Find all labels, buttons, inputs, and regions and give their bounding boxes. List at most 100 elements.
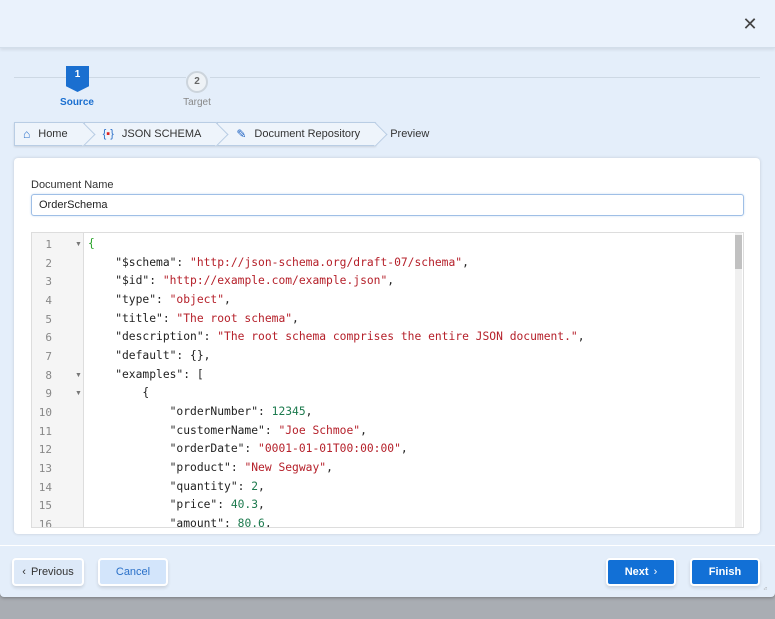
code-token: "amount":	[88, 517, 238, 528]
code-token: "title":	[88, 311, 177, 325]
line-number: 9	[45, 387, 52, 401]
step-2-label[interactable]: Target	[167, 97, 227, 108]
breadcrumb-label: Home	[38, 128, 68, 140]
code-editor[interactable]: 1 ▼ 2 3 4 5 6 7 8 ▼ 9 ▼ 10 11 12 13 14 15 16 { "$schema": …	[31, 232, 744, 528]
code-token: "$id":	[88, 274, 163, 288]
code-token: "orderNumber":	[88, 405, 272, 419]
line-number: 3	[45, 275, 52, 289]
code-line: "title": "The root schema",	[88, 312, 299, 325]
line-number: 5	[45, 312, 52, 326]
line-number: 8	[45, 368, 52, 382]
line-number: 15	[38, 499, 52, 513]
code-line: {	[88, 386, 149, 399]
code-token: "The root schema"	[176, 311, 293, 325]
code-token: "0001-01-01T00:00:00"	[258, 442, 401, 456]
code-line: "type": "object",	[88, 293, 231, 306]
code-token: "default": {},	[88, 349, 211, 363]
dialog-header: ✕	[0, 0, 775, 48]
step-1-label[interactable]: Source	[47, 97, 107, 108]
close-icon[interactable]: ✕	[741, 15, 759, 33]
code-token: ,	[305, 405, 313, 419]
code-line: "orderDate": "0001-01-01T00:00:00",	[88, 442, 408, 455]
code-token: 80.6	[237, 517, 265, 528]
previous-button[interactable]: ‹ Previous	[14, 560, 82, 584]
code-token: ,	[577, 330, 585, 344]
cancel-button[interactable]: Cancel	[100, 560, 166, 584]
code-token: ,	[400, 442, 408, 456]
code-token: ,	[326, 461, 333, 475]
step-2-marker[interactable]: 2	[186, 71, 208, 93]
code-line: "$id": "http://example.com/example.json"…	[88, 274, 394, 287]
finish-button[interactable]: Finish	[692, 560, 758, 584]
code-token: 40.3	[230, 498, 259, 512]
code-token: "object"	[169, 293, 225, 306]
line-number: 10	[38, 406, 52, 420]
resize-grip-icon[interactable]: ⠴	[763, 585, 767, 592]
code-token: ,	[292, 311, 299, 325]
fold-arrow-icon[interactable]: ▼	[75, 241, 82, 248]
code-token: "quantity":	[88, 479, 252, 493]
next-button[interactable]: Next ›	[608, 560, 674, 584]
fold-arrow-icon[interactable]: ▼	[75, 390, 82, 397]
step-1-marker[interactable]: 1	[66, 66, 89, 92]
line-number: 13	[38, 462, 52, 476]
code-line: "examples": [	[88, 367, 204, 381]
code-token: "orderDate":	[88, 442, 259, 456]
code-line: "quantity": 2,	[88, 480, 265, 493]
line-number: 1	[45, 238, 52, 251]
code-token: "http://example.com/example.json"	[162, 274, 388, 288]
next-label: Next	[624, 566, 649, 578]
code-token: "description":	[88, 330, 218, 344]
code-line: "description": "The root schema comprise…	[88, 330, 585, 344]
line-number: 6	[45, 331, 52, 345]
code-token: "The root schema comprises the entire JS…	[217, 330, 578, 344]
code-line: "default": {},	[88, 349, 210, 362]
code-line: "price": 40.3,	[88, 498, 265, 511]
editor-scrollbar[interactable]	[735, 233, 742, 527]
stepper-line	[89, 77, 186, 78]
breadcrumb-label: JSON SCHEMA	[121, 128, 202, 140]
breadcrumb-document-repository[interactable]: ✎ Document Repository	[217, 122, 377, 146]
breadcrumb-label: Document Repository	[254, 128, 361, 140]
code-token: ,	[387, 274, 395, 288]
fold-arrow-icon[interactable]: ▼	[75, 372, 82, 379]
line-number: 11	[38, 424, 52, 438]
footer-divider	[0, 545, 775, 546]
breadcrumb: ⌂ Home {▪} JSON SCHEMA ✎ Document Reposi…	[14, 122, 445, 146]
code-line: "amount": 80.6,	[88, 517, 272, 528]
document-name-label: Document Name	[31, 179, 114, 191]
code-token: "customerName":	[88, 423, 279, 437]
code-line: "orderNumber": 12345,	[88, 405, 313, 419]
json-schema-icon: {▪}	[102, 128, 114, 140]
code-line: "customerName": "Joe Schmoe",	[88, 424, 367, 437]
breadcrumb-json-schema[interactable]: {▪} JSON SCHEMA	[83, 122, 218, 146]
code-token: ,	[258, 498, 265, 512]
editor-gutter: 1 ▼ 2 3 4 5 6 7 8 ▼ 9 ▼ 10 11 12 13 14 15 16	[32, 233, 84, 527]
stepper-line	[14, 77, 66, 78]
previous-label: Previous	[30, 566, 74, 578]
line-number: 4	[45, 294, 52, 307]
line-number: 7	[45, 350, 52, 364]
document-name-input[interactable]	[31, 194, 744, 216]
code-line: "$schema": "http://json-schema.org/draft…	[88, 256, 469, 269]
code-token: ,	[258, 479, 265, 493]
line-number: 14	[38, 480, 52, 494]
chevron-right-icon: ›	[653, 566, 658, 578]
content-panel: Document Name 1 ▼ 2 3 4 5 6 7 8 ▼ 9 ▼ 10 11 12 13 14 15 16…	[14, 158, 760, 534]
code-token: "http://json-schema.org/draft-07/schema"	[190, 255, 463, 269]
scrollbar-thumb[interactable]	[735, 235, 742, 269]
wizard-dialog: ✕ 1 Source 2 Target ⌂ Home {▪} JSON SCHE…	[0, 0, 775, 597]
breadcrumb-home[interactable]: ⌂ Home	[14, 122, 84, 146]
code-token: "New Segway"	[244, 461, 327, 475]
code-line: "product": "New Segway",	[88, 461, 333, 474]
line-number: 16	[38, 518, 52, 528]
code-token: "examples": [	[88, 367, 204, 381]
line-number: 12	[38, 443, 52, 457]
code-line: {	[88, 237, 95, 250]
code-token: 12345	[271, 405, 306, 419]
chevron-left-icon: ‹	[22, 566, 26, 578]
code-token: "type":	[88, 293, 170, 306]
code-token: ,	[360, 423, 367, 437]
code-token: "price":	[88, 498, 231, 512]
code-token: ,	[462, 255, 469, 269]
